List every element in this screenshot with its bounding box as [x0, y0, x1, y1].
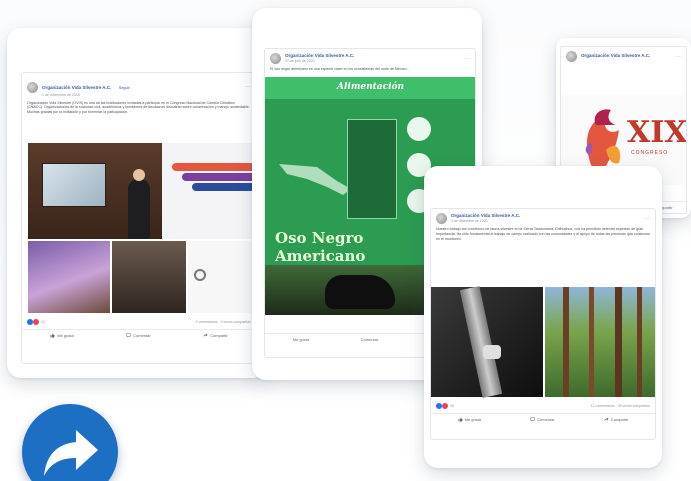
share-arrow-icon — [604, 417, 609, 421]
org-avatar[interactable] — [27, 81, 38, 93]
diet-icon-1 — [407, 117, 431, 141]
post-text: Organización Vida Silvestre (OVIS) es un… — [27, 100, 250, 115]
post-text: El oso negro americano es una especie cl… — [270, 67, 410, 71]
promo-collage: Organización Vida Silvestre A.C. ··· XIX… — [0, 0, 691, 481]
photo-thumb-2[interactable] — [112, 241, 186, 313]
event-banner — [162, 143, 252, 239]
post-date[interactable]: 3 de diciembre de 2020 — [451, 219, 520, 224]
camera-trap-photo[interactable] — [431, 286, 543, 398]
congress-roman-numeral: XIX — [627, 115, 687, 150]
projector-screen — [42, 163, 106, 207]
org-avatar[interactable] — [566, 51, 577, 62]
org-name[interactable]: Organización Vida Silvestre A.C. — [581, 54, 650, 59]
poster-title-1: Oso Negro — [275, 229, 364, 247]
post-header: Organización Vida Silvestre A.C. 3 de di… — [431, 209, 655, 226]
post-date[interactable]: 22 de julio de 2020 — [285, 59, 354, 64]
speaker-head — [133, 169, 145, 181]
love-reaction-icon — [33, 319, 39, 325]
post-header: Organización Vida Silvestre A.C. 22 de j… — [265, 49, 475, 66]
share-circle-button[interactable] — [22, 404, 118, 481]
section-title: Alimentación — [337, 82, 405, 92]
comment-button[interactable]: Comentar — [361, 337, 379, 342]
like-button[interactable]: Me gusta — [50, 333, 74, 338]
more-options-icon[interactable]: ··· — [464, 56, 470, 62]
mexico-map — [279, 164, 351, 195]
more-options-icon[interactable]: ··· — [675, 54, 681, 60]
congress-subtitle: CONGRESO — [631, 150, 669, 156]
infographic-header: Alimentación — [265, 77, 475, 99]
reaction-count: 12 — [41, 320, 45, 324]
share-arrow-icon — [203, 333, 208, 337]
engagement-summary[interactable]: 2 comentarios · 3 veces compartido — [196, 320, 251, 324]
org-avatar[interactable] — [270, 53, 281, 64]
love-reaction-icon — [442, 403, 448, 409]
share-arrow-icon — [44, 430, 98, 476]
conference-post: Organización Vida Silvestre A.C. Seguir … — [21, 72, 257, 364]
org-avatar[interactable] — [436, 213, 447, 224]
post-actions: Me gusta Comentar Compartir — [22, 329, 256, 341]
reaction-count: 45 — [450, 404, 454, 408]
forest-photo[interactable] — [545, 287, 655, 397]
engagement-summary[interactable]: 12 comentarios · 25 veces compartido — [591, 404, 650, 408]
comment-button[interactable]: Comentar — [126, 333, 151, 338]
reactions-bar[interactable]: 45 12 comentarios · 25 veces compartido — [431, 401, 655, 411]
conference-post-card: Organización Vida Silvestre A.C. Seguir … — [7, 28, 267, 378]
comment-button[interactable]: Comentar — [530, 417, 555, 422]
post-date[interactable]: 1 de noviembre de 2018 — [42, 93, 130, 98]
like-button[interactable]: Me gusta — [458, 417, 481, 422]
comment-icon — [530, 417, 535, 422]
speaker — [128, 179, 150, 239]
post-text: Nuestro trabajo con monitoreo de fauna s… — [436, 227, 650, 241]
like-button[interactable]: Me gusta — [293, 337, 309, 342]
org-name[interactable]: Organización Vida Silvestre A.C. — [285, 53, 354, 59]
conference-photo[interactable] — [28, 143, 252, 239]
share-button[interactable]: Compartir — [604, 417, 628, 422]
org-name[interactable]: Organización Vida Silvestre A.C. — [42, 85, 111, 90]
forest-post: Organización Vida Silvestre A.C. 3 de di… — [430, 208, 656, 440]
photo-thumb-1[interactable] — [28, 241, 110, 313]
org-name[interactable]: Organización Vida Silvestre A.C. — [451, 213, 520, 219]
comment-icon — [126, 333, 131, 338]
more-options-icon[interactable]: ··· — [245, 84, 251, 90]
info-box — [347, 119, 397, 219]
thumbs-up-icon — [50, 333, 55, 338]
poster-title-2: Americano — [275, 247, 366, 265]
post-header: Organización Vida Silvestre A.C. Seguir … — [22, 73, 256, 100]
post-actions: Me gusta Comentar Compartir — [431, 413, 655, 425]
forest-post-card: Organización Vida Silvestre A.C. 3 de di… — [424, 166, 662, 468]
logo-mark — [194, 269, 206, 281]
more-options-icon[interactable]: ··· — [644, 216, 650, 222]
reactions-bar[interactable]: 12 2 comentarios · 3 veces compartido — [22, 317, 256, 327]
thumbs-up-icon — [458, 417, 463, 422]
share-button[interactable]: Compartir — [203, 333, 228, 338]
follow-link[interactable]: Seguir — [119, 86, 130, 90]
photo-thumb-3[interactable] — [188, 241, 252, 313]
post-header: Organización Vida Silvestre A.C. ··· — [561, 47, 686, 64]
